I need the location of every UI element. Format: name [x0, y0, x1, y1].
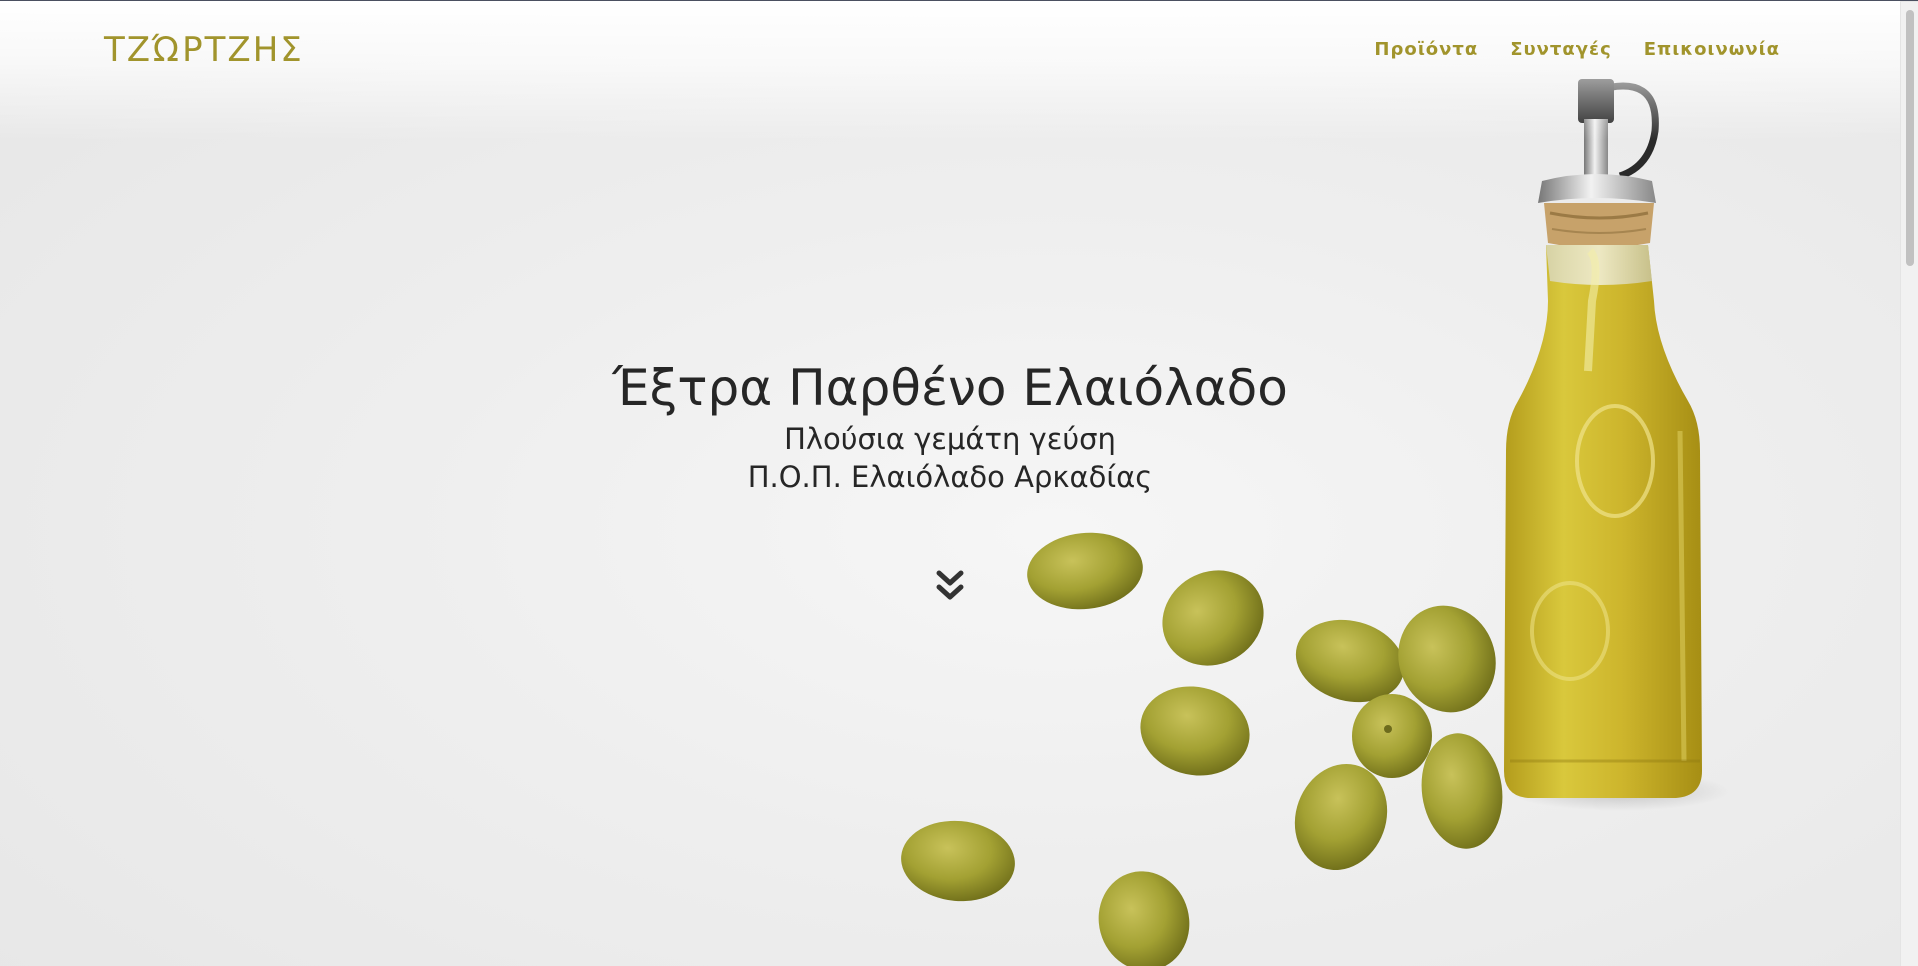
hero-subtitle-origin: Π.Ο.Π. Ελαιόλαδο Αρκαδίας [747, 460, 1153, 494]
nav-menu: Προϊόντα Συνταγές Επικοινωνία [1374, 39, 1780, 60]
oil-bottle [1504, 245, 1702, 798]
nav-link-products[interactable]: Προϊόντα [1374, 39, 1478, 60]
bottle-pourer [1538, 79, 1659, 248]
brand-logo[interactable]: ΤΖΏΡΤΖΗΣ [104, 30, 304, 70]
nav-item-contact: Επικοινωνία [1644, 39, 1780, 60]
scrollbar-thumb[interactable] [1906, 10, 1914, 266]
navbar: ΤΖΏΡΤΖΗΣ Προϊόντα Συνταγές Επικοινωνία [0, 1, 1900, 101]
nav-item-recipes: Συνταγές [1510, 39, 1612, 60]
nav-item-products: Προϊόντα [1374, 39, 1478, 60]
hero-text: Έξτρα Παρθένο Ελαιόλαδο Πλούσια γεμάτη γ… [0, 356, 1900, 496]
hero-title: Έξτρα Παρθένο Ελαιόλαδο [612, 359, 1288, 417]
double-chevron-down-icon[interactable] [934, 569, 966, 605]
hero-subtitle-taste: Πλούσια γεμάτη γεύση [784, 422, 1116, 456]
page: ΤΖΏΡΤΖΗΣ Προϊόντα Συνταγές Επικοινωνία Έ… [0, 0, 1918, 966]
olives [901, 532, 1503, 966]
page-scrollbar[interactable] [1900, 2, 1918, 966]
nav-link-contact[interactable]: Επικοινωνία [1644, 39, 1780, 60]
nav-link-recipes[interactable]: Συνταγές [1510, 39, 1612, 60]
